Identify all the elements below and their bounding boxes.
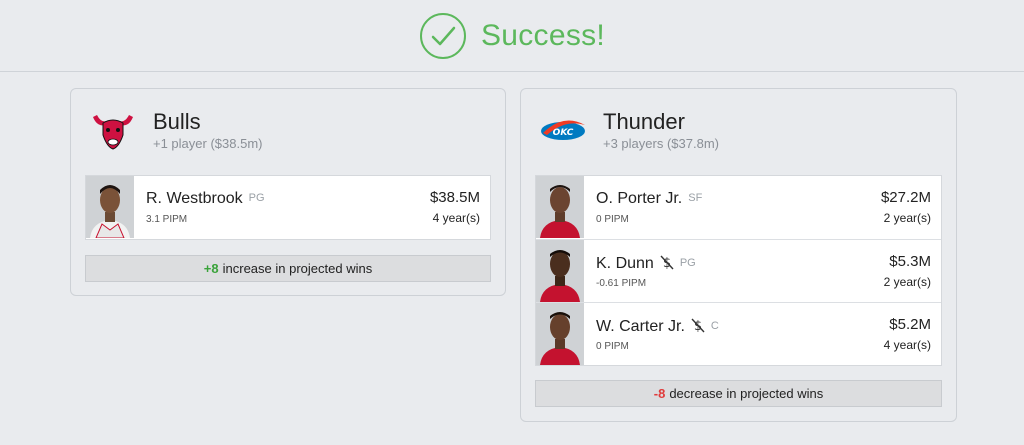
team-name: Bulls (153, 109, 201, 134)
player-contract-years: 4 year(s) (883, 338, 931, 352)
team-summary: +3 players ($37.8m) (603, 136, 719, 151)
player-photo (86, 176, 134, 238)
bulls-logo (93, 115, 133, 150)
player-name: O. Porter Jr. SF (596, 190, 703, 207)
player-list: R. Westbrook PG 3.1 PIPM $38.5M 4 year(s) (85, 175, 491, 240)
player-salary: $27.2M (880, 189, 931, 206)
player-row[interactable]: O. Porter Jr. SF 0 PIPM $27.2M 2 year(s) (536, 176, 941, 239)
check-circle-icon (419, 12, 466, 59)
player-photo (536, 176, 584, 238)
player-list: O. Porter Jr. SF 0 PIPM $27.2M 2 year(s) … (535, 175, 942, 366)
player-salary: $5.2M (889, 316, 931, 333)
team-header: OKC Thunder +3 players ($37.8m) (521, 89, 956, 169)
success-header: Success! (0, 0, 1024, 72)
player-contract-years: 2 year(s) (883, 275, 931, 289)
projected-wins-bar: -8 decrease in projected wins (535, 380, 942, 407)
player-name: K. Dunn$PG (596, 255, 696, 272)
player-row[interactable]: K. Dunn$PG -0.61 PIPM $5.3M 2 year(s) (536, 239, 941, 302)
player-pipm: 0 PIPM (596, 214, 629, 225)
projected-wins-label: increase in projected wins (222, 261, 373, 276)
player-photo (536, 303, 584, 365)
team-summary: +1 player ($38.5m) (153, 136, 263, 151)
projected-wins-value: +8 (203, 261, 219, 276)
team-card-thunder: OKC Thunder +3 players ($37.8m) O. Porte… (520, 88, 957, 422)
player-contract-years: 2 year(s) (883, 211, 931, 225)
svg-text:OKC: OKC (553, 128, 574, 138)
player-position: PG (679, 257, 696, 269)
team-header: Bulls +1 player ($38.5m) (71, 89, 505, 169)
player-contract-years: 4 year(s) (432, 211, 480, 225)
player-name: W. Carter Jr.$C (596, 318, 719, 335)
player-pipm: 3.1 PIPM (146, 214, 188, 225)
player-row[interactable]: R. Westbrook PG 3.1 PIPM $38.5M 4 year(s) (86, 176, 490, 239)
no-dollar-icon: $ (691, 318, 705, 333)
player-photo (536, 240, 584, 302)
player-position: PG (248, 192, 265, 204)
player-salary: $38.5M (429, 189, 480, 206)
player-name: R. Westbrook PG (146, 190, 265, 207)
thunder-logo: OKC (541, 120, 585, 140)
player-pipm: -0.61 PIPM (596, 278, 647, 289)
team-card-bulls: Bulls +1 player ($38.5m) R. Westbrook PG … (70, 88, 506, 296)
success-title: Success! (480, 18, 606, 52)
player-position: C (710, 320, 719, 332)
no-dollar-icon: $ (660, 255, 674, 270)
player-position: SF (688, 192, 703, 204)
projected-wins-value: -8 (653, 386, 666, 401)
projected-wins-bar: +8 increase in projected wins (85, 255, 491, 282)
player-pipm: 0 PIPM (596, 341, 629, 352)
player-row[interactable]: W. Carter Jr.$C 0 PIPM $5.2M 4 year(s) (536, 302, 941, 365)
player-salary: $5.3M (889, 253, 931, 270)
team-name: Thunder (603, 109, 685, 134)
projected-wins-label: decrease in projected wins (669, 386, 824, 401)
